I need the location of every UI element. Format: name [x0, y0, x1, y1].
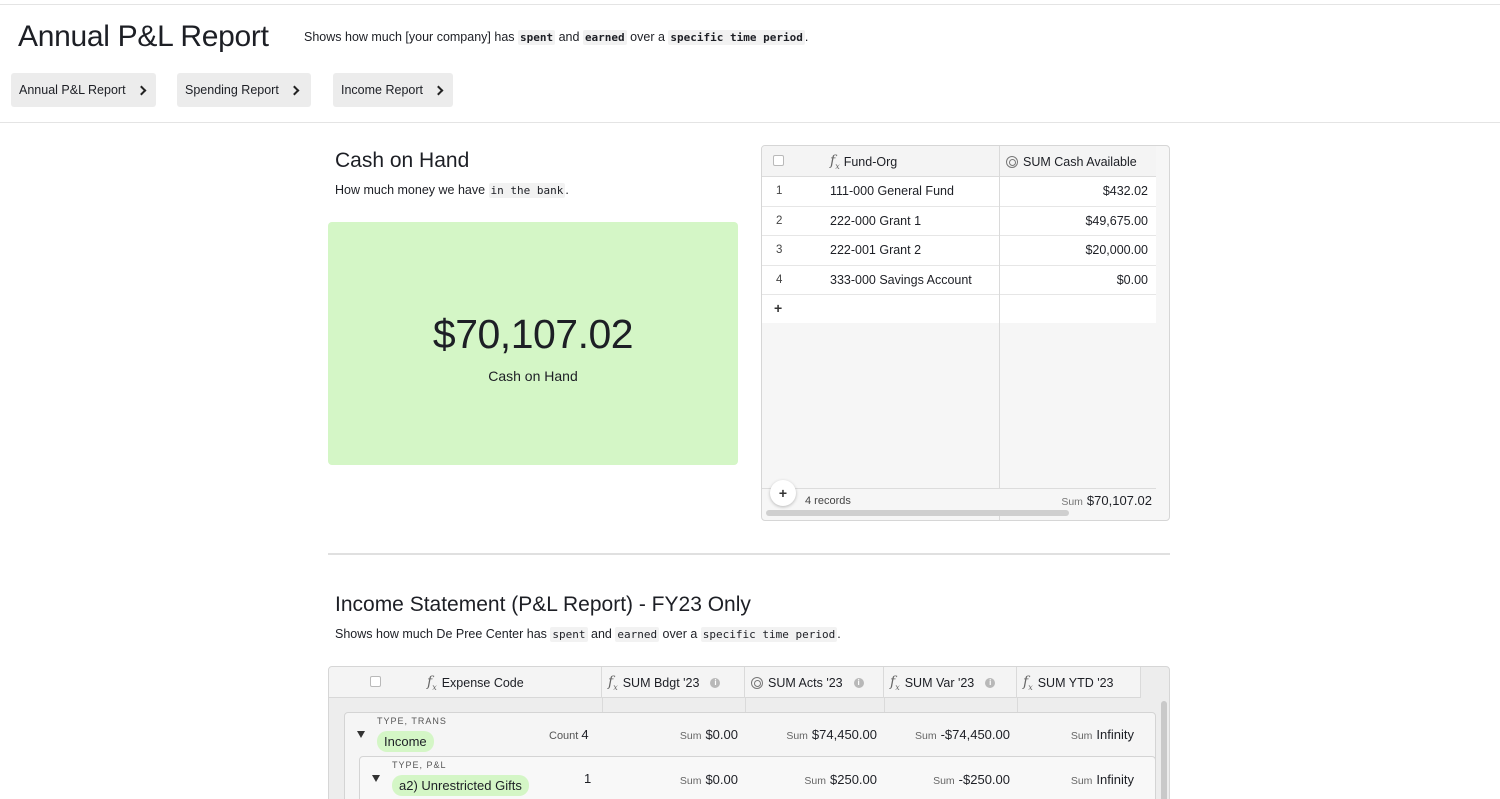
- income-section-title: Income Statement (P&L Report) - FY23 Onl…: [335, 593, 751, 616]
- formula-icon: fx: [890, 673, 900, 692]
- column-header-sum-bdgt[interactable]: fx SUM Bdgt '23 i: [602, 667, 745, 698]
- horizontal-scrollbar[interactable]: [766, 510, 1069, 516]
- formula-icon: fx: [427, 673, 437, 692]
- cash-section-description: How much money we have in the bank.: [335, 183, 569, 198]
- group-sum-ytd[interactable]: Sum Infinity: [1071, 727, 1134, 742]
- fund-grid-rows: 1 111-000 General Fund $432.02 2 222-000…: [762, 177, 1156, 325]
- header-divider: [0, 122, 1500, 123]
- rollup-icon: [1006, 155, 1018, 168]
- cell-cash-available[interactable]: $20,000.00: [1085, 243, 1148, 257]
- cash-on-hand-card: $70,107.02 Cash on Hand: [328, 222, 738, 465]
- select-all-checkbox[interactable]: [773, 155, 784, 166]
- cash-on-hand-value: $70,107.02: [432, 311, 634, 357]
- group-value-pill: Income: [377, 731, 434, 752]
- add-row[interactable]: +: [762, 295, 1156, 325]
- cell-fund-org[interactable]: 222-000 Grant 1: [830, 214, 921, 228]
- add-record-button[interactable]: +: [770, 480, 796, 506]
- cell-cash-available[interactable]: $49,675.00: [1085, 214, 1148, 228]
- select-all-checkbox[interactable]: [370, 676, 381, 687]
- nav-button-label: Annual P&L Report: [19, 83, 126, 97]
- nav-button-label: Income Report: [341, 83, 423, 97]
- row-number: 1: [776, 185, 783, 197]
- formula-icon: fx: [1023, 673, 1033, 692]
- cell-fund-org[interactable]: 111-000 General Fund: [830, 184, 954, 198]
- column-divider: [999, 146, 1000, 520]
- nav-button-label: Spending Report: [185, 83, 279, 97]
- group-field-label: TYPE, TRANS: [377, 716, 447, 726]
- pl-grid-header: fx Expense Code fx SUM Bdgt '23 i SUM Ac…: [329, 667, 1141, 698]
- row-number: 4: [776, 273, 783, 286]
- cell-fund-org[interactable]: 333-000 Savings Account: [830, 273, 972, 287]
- group-sum-acts[interactable]: Sum $74,450.00: [786, 727, 877, 742]
- top-rule: [0, 4, 1500, 5]
- group-count: 1: [584, 771, 592, 786]
- info-icon[interactable]: i: [853, 677, 864, 688]
- collapse-triangle-icon[interactable]: [372, 775, 380, 782]
- group-value-pill: a2) Unrestricted Gifts: [392, 775, 529, 796]
- fund-grid-header: fx Fund-Org SUM Cash Available: [762, 146, 1156, 177]
- info-icon[interactable]: i: [710, 677, 721, 688]
- table-row[interactable]: 4 333-000 Savings Account $0.00: [762, 265, 1156, 295]
- chevron-right-icon: [433, 85, 444, 96]
- cell-fund-org[interactable]: 222-001 Grant 2: [830, 243, 921, 257]
- nav-button-income-report[interactable]: Income Report: [333, 73, 453, 107]
- plus-icon: +: [778, 485, 788, 501]
- income-section-description: Shows how much De Pree Center has spent …: [335, 627, 841, 642]
- chevron-right-icon: [289, 85, 300, 96]
- group-field-label: TYPE, P&L: [392, 760, 447, 770]
- column-header-sum-acts[interactable]: SUM Acts '23 i: [745, 667, 884, 698]
- nav-button-annual-pl-report[interactable]: Annual P&L Report: [11, 73, 156, 107]
- group-sum-var[interactable]: Sum -$250.00: [933, 772, 1010, 787]
- formula-icon: fx: [608, 673, 618, 692]
- fund-grid: fx Fund-Org SUM Cash Available 1 111-000…: [761, 145, 1170, 521]
- column-header-sum-var[interactable]: fx SUM Var '23 i: [884, 667, 1017, 698]
- cell-cash-available[interactable]: $0.00: [1117, 273, 1148, 287]
- row-number: 2: [776, 214, 783, 227]
- nav-button-spending-report[interactable]: Spending Report: [177, 73, 311, 107]
- vertical-scrollbar[interactable]: [1161, 701, 1167, 799]
- add-row-icon[interactable]: +: [774, 300, 782, 316]
- cash-section-title: Cash on Hand: [335, 149, 470, 172]
- formula-icon: fx: [830, 152, 840, 171]
- collapse-triangle-icon[interactable]: [357, 731, 365, 738]
- group-sum-bdgt[interactable]: Sum $0.00: [680, 727, 738, 742]
- table-row[interactable]: 2 222-000 Grant 1 $49,675.00: [762, 206, 1156, 236]
- column-header-sum-cash-available[interactable]: SUM Cash Available: [1006, 146, 1137, 177]
- cell-cash-available[interactable]: $432.02: [1103, 184, 1148, 198]
- fund-grid-empty-area: [762, 323, 1156, 488]
- section-divider: [328, 553, 1170, 555]
- pl-grid: fx Expense Code fx SUM Bdgt '23 i SUM Ac…: [328, 666, 1170, 799]
- table-row[interactable]: 1 111-000 General Fund $432.02: [762, 177, 1156, 207]
- group-sum-ytd[interactable]: Sum Infinity: [1071, 772, 1134, 787]
- column-header-expense-code[interactable]: fx Expense Code: [421, 667, 602, 698]
- column-header-fund-org[interactable]: fx Fund-Org: [830, 146, 897, 177]
- group-sum-var[interactable]: Sum -$74,450.00: [915, 727, 1010, 742]
- group-sum-bdgt[interactable]: Sum $0.00: [680, 772, 738, 787]
- cash-on-hand-label: Cash on Hand: [488, 368, 578, 384]
- page-title: Annual P&L Report: [18, 20, 269, 53]
- group-sum-acts[interactable]: Sum $250.00: [804, 772, 877, 787]
- records-count: 4 records: [805, 495, 851, 507]
- table-row[interactable]: 3 222-001 Grant 2 $20,000.00: [762, 236, 1156, 266]
- footer-sum[interactable]: Sum $70,107.02: [1061, 493, 1152, 508]
- rollup-icon: [751, 676, 763, 689]
- chevron-right-icon: [136, 85, 147, 96]
- row-number: 3: [776, 244, 783, 256]
- group-count: Count 4: [549, 727, 589, 742]
- column-header-sum-ytd[interactable]: fx SUM YTD '23: [1017, 667, 1141, 698]
- page-description: Shows how much [your company] has spent …: [304, 30, 809, 45]
- info-icon[interactable]: i: [985, 677, 996, 688]
